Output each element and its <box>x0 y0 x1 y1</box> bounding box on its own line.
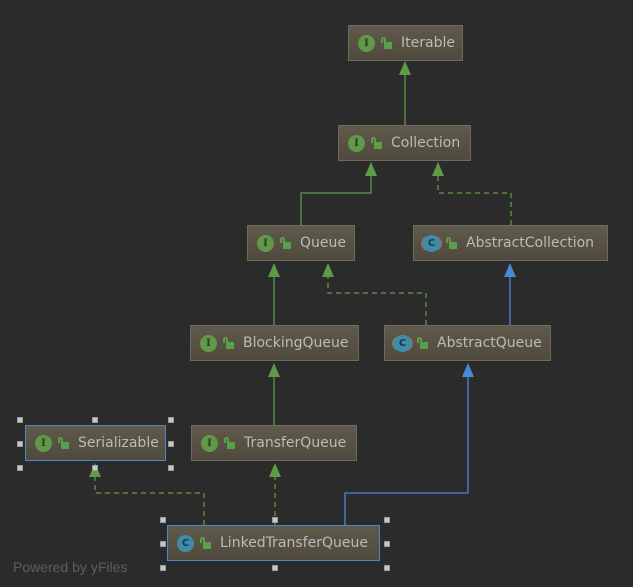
public-access-icon <box>417 337 428 349</box>
node-label: Iterable <box>401 35 455 51</box>
resize-handle-s[interactable] <box>272 565 278 571</box>
resize-handle-e[interactable] <box>384 541 390 547</box>
resize-handle-ne[interactable] <box>168 417 174 423</box>
resize-handle-n[interactable] <box>272 517 278 523</box>
node-iterable[interactable]: I Iterable <box>348 25 463 61</box>
interface-icon: I <box>348 134 365 152</box>
node-transferqueue[interactable]: I TransferQueue <box>191 425 357 461</box>
node-label: Collection <box>391 135 461 151</box>
public-access-icon <box>200 537 211 549</box>
node-label: TransferQueue <box>244 435 347 451</box>
abstract-class-icon: C <box>394 334 411 352</box>
resize-handle-se[interactable] <box>168 465 174 471</box>
resize-handle-w[interactable] <box>17 441 23 447</box>
public-access-icon <box>223 337 234 349</box>
node-abstractqueue[interactable]: C AbstractQueue <box>384 325 551 361</box>
node-collection[interactable]: I Collection <box>338 125 471 161</box>
resize-handle-s[interactable] <box>92 465 98 471</box>
node-label: Serializable <box>78 435 159 451</box>
node-label: AbstractQueue <box>437 335 542 351</box>
interface-icon: I <box>200 334 217 352</box>
node-label: LinkedTransferQueue <box>220 535 368 551</box>
public-access-icon <box>381 37 392 49</box>
resize-handle-sw[interactable] <box>17 465 23 471</box>
edge-abstractqueue-abstractcollection <box>504 263 516 325</box>
node-queue[interactable]: I Queue <box>247 225 355 261</box>
edge-blockingqueue-queue <box>268 263 280 325</box>
public-access-icon <box>446 237 457 249</box>
public-access-icon <box>224 437 235 449</box>
resize-handle-e[interactable] <box>168 441 174 447</box>
public-access-icon <box>280 237 291 249</box>
interface-icon: I <box>358 34 375 52</box>
node-label: Queue <box>300 235 346 251</box>
node-label: AbstractCollection <box>466 235 595 251</box>
edge-linkedtransferqueue-abstractqueue <box>344 363 474 525</box>
edge-abstractcollection-collection <box>432 162 512 225</box>
public-access-icon <box>58 437 69 449</box>
edge-linkedtransferqueue-serializable <box>89 463 205 525</box>
public-access-icon <box>371 137 382 149</box>
interface-icon: I <box>201 434 218 452</box>
edges-layer <box>89 61 516 525</box>
resize-handle-w[interactable] <box>160 541 166 547</box>
node-blockingqueue[interactable]: I BlockingQueue <box>190 325 359 361</box>
resize-handle-n[interactable] <box>92 417 98 423</box>
resize-handle-sw[interactable] <box>160 565 166 571</box>
edge-collection-iterable <box>399 61 411 125</box>
interface-icon: I <box>35 434 52 452</box>
powered-by-label: Powered by yFiles <box>13 559 128 575</box>
node-abstractcollection[interactable]: C AbstractCollection <box>413 225 608 261</box>
node-linkedtransferqueue[interactable]: C LinkedTransferQueue <box>167 525 380 561</box>
resize-handle-se[interactable] <box>384 565 390 571</box>
edge-abstractqueue-queue <box>322 263 427 325</box>
edge-transferqueue-blockingqueue <box>268 363 280 425</box>
resize-handle-nw[interactable] <box>17 417 23 423</box>
edge-queue-collection <box>300 162 377 225</box>
interface-icon: I <box>257 234 274 252</box>
class-icon: C <box>177 534 194 552</box>
node-serializable[interactable]: I Serializable <box>25 425 166 461</box>
node-label: BlockingQueue <box>243 335 349 351</box>
abstract-class-icon: C <box>423 234 440 252</box>
resize-handle-nw[interactable] <box>160 517 166 523</box>
resize-handle-ne[interactable] <box>384 517 390 523</box>
edge-linkedtransferqueue-transferqueue <box>269 463 281 525</box>
